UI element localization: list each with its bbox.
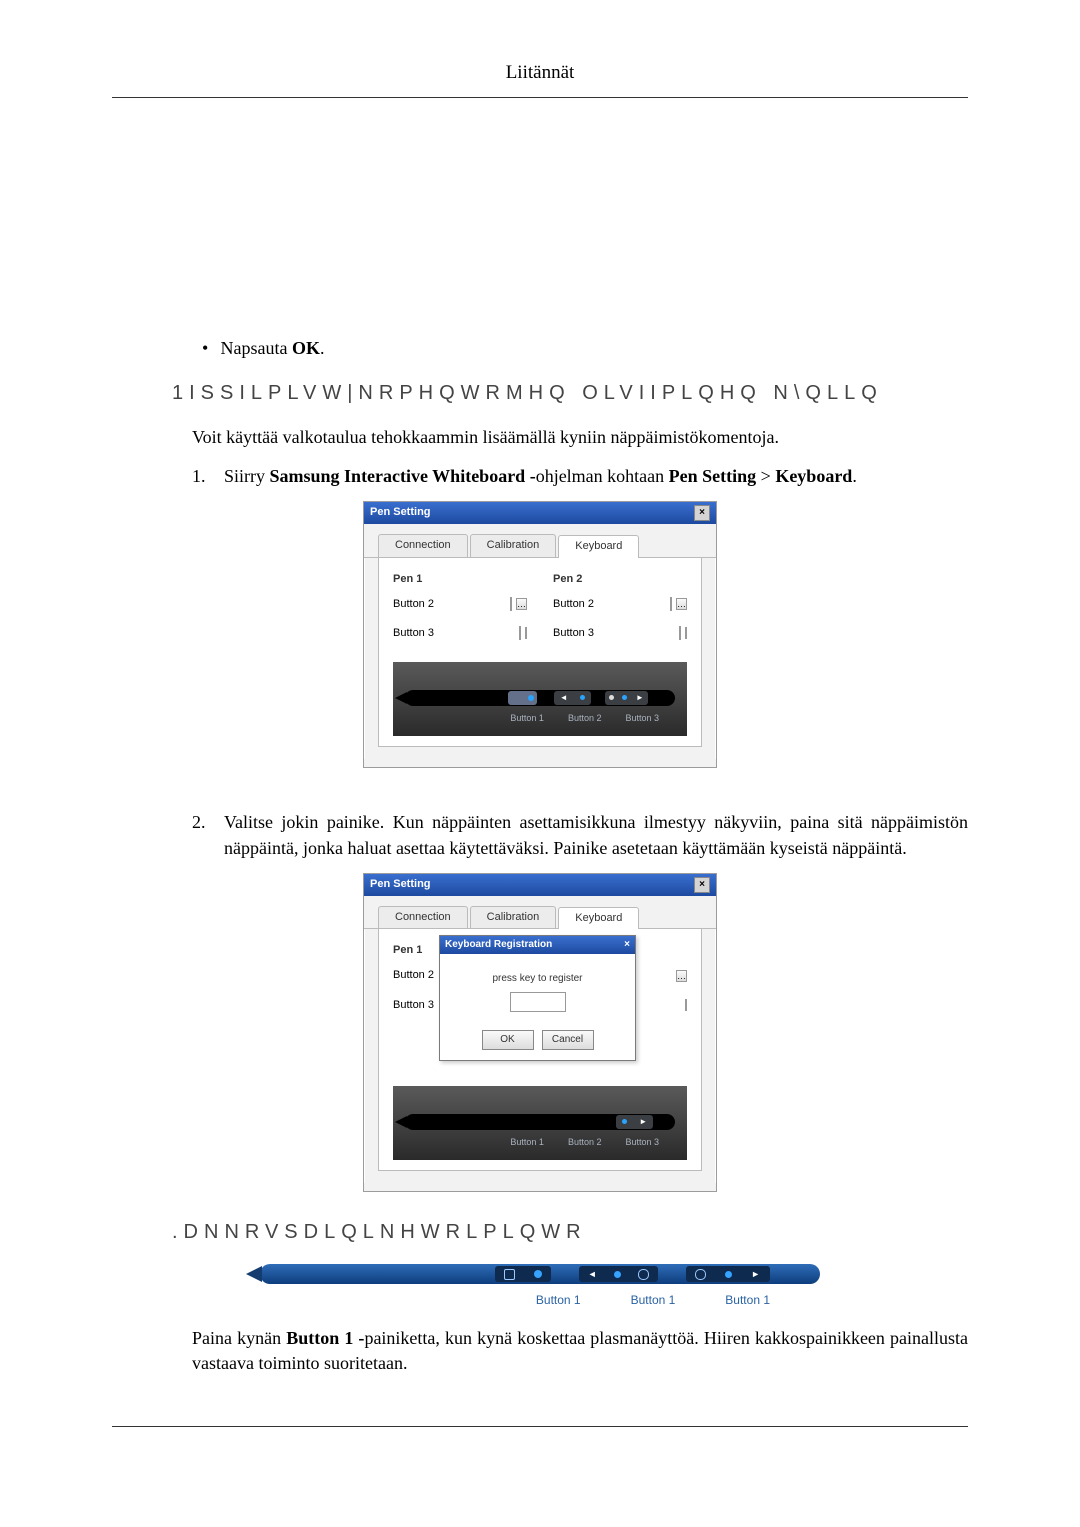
pen-diagram-label-b2: Button 2 [568,712,602,725]
step1-b2: Pen Setting [669,466,757,486]
pen1-button2-input[interactable] [510,597,512,611]
step-1-number: 1. [192,464,224,489]
bigpen-label-1: Button 1 [536,1292,581,1309]
step-2-number: 2. [192,810,224,860]
pen2-title: Pen 2 [553,572,687,587]
bigpen-label-2: Button 1 [631,1292,676,1309]
step1-gt: > [756,466,775,486]
pen1-button2-label: Button 2 [393,597,434,612]
pen-diagram-label-b1: Button 1 [510,712,544,725]
step1-post: . [852,466,857,486]
step-2-text: Valitse jokin painike. Kun näppäinten as… [224,810,968,860]
step1-pre: Siirry [224,466,270,486]
modal-prompt: press key to register [450,972,625,986]
pen-diagram-label-b1: Button 1 [510,1136,544,1149]
intro-paragraph: Voit käyttää valkotaulua tehokkaammin li… [192,425,968,450]
button1-paragraph: Paina kynän Button 1 -painiketta, kun ky… [192,1326,968,1376]
dialog-title-2: Pen Setting [370,877,431,892]
footer-rule [112,1426,968,1427]
pen2-button2-label: Button 2 [553,597,594,612]
pen-diagram: ► Button 1 Button 2 Button 3 [393,1086,687,1161]
step1-b3: Keyboard [775,466,852,486]
step1-mid: ohjelman kohtaan [536,466,669,486]
modal-key-input[interactable] [510,992,566,1012]
pen2-button3-browse[interactable] [685,627,687,639]
pen2-button2-input[interactable] [670,597,672,611]
pen-diagram: ◄ ► Button 1 Button 2 Button 3 [393,662,687,737]
section-heading-2: .DNNRVSDLQLNHWRLPLQWR [172,1218,968,1246]
section-heading-1: 1ISSILPLVW|NRPHQWRMHQ OLVIIPLQHQ N\QLLQ [172,379,968,407]
close-icon[interactable]: × [624,938,630,952]
pen1-title: Pen 1 [393,572,527,587]
pen1-button2-browse[interactable]: … [516,598,527,610]
pen-diagram-label-b2: Button 2 [568,1136,602,1149]
close-icon[interactable]: × [694,877,710,893]
close-icon[interactable]: × [694,505,710,521]
header-rule [112,97,968,98]
cancel-button[interactable]: Cancel [542,1030,594,1050]
pen-setting-dialog-1: Pen Setting × Connection Calibration Key… [363,501,717,768]
tab-keyboard[interactable]: Keyboard [558,535,639,557]
pen2-button3-label: Button 3 [553,626,594,641]
bigpen-label-3: Button 1 [725,1292,770,1309]
pen1-button2-label: Button 2 [393,968,434,983]
pen-setting-dialog-2: Pen Setting × Connection Calibration Key… [363,873,717,1193]
big-pen-diagram: ◄ ► Button 1 Button 1 Button 1 [260,1264,820,1309]
keyboard-registration-modal: Keyboard Registration × press key to reg… [439,935,636,1061]
para-pre: Paina kynän [192,1328,286,1348]
bullet-text-post: . [320,338,325,358]
ok-button[interactable]: OK [482,1030,534,1050]
pen2-button3-browse[interactable] [685,999,687,1011]
tab-keyboard[interactable]: Keyboard [558,907,639,929]
dialog-title: Pen Setting [370,505,431,520]
tab-connection[interactable]: Connection [378,534,468,556]
tab-connection[interactable]: Connection [378,906,468,928]
tab-calibration[interactable]: Calibration [470,906,557,928]
para-bold: Button 1 - [286,1328,364,1348]
pen-diagram-label-b3: Button 3 [625,1136,659,1149]
pen1-button3-label: Button 3 [393,626,434,641]
pen2-button3-input[interactable] [679,626,681,640]
step1-b1: Samsung Interactive Whiteboard - [270,466,536,486]
pen1-button3-label: Button 3 [393,998,434,1013]
bullet-text-pre: Napsauta [221,338,292,358]
page-header: Liitännät [0,60,1080,87]
step-1-text: Siirry Samsung Interactive Whiteboard -o… [224,464,968,489]
bullet-text-bold: OK [292,338,320,358]
tab-calibration[interactable]: Calibration [470,534,557,556]
bullet-item: • Napsauta OK. [202,336,968,361]
pen2-button2-browse[interactable]: … [676,598,687,610]
pen1-button3-browse[interactable] [525,627,527,639]
modal-title: Keyboard Registration [445,938,552,952]
pen1-button3-input[interactable] [519,626,521,640]
pen2-button2-browse[interactable]: … [676,970,687,982]
pen-diagram-label-b3: Button 3 [625,712,659,725]
